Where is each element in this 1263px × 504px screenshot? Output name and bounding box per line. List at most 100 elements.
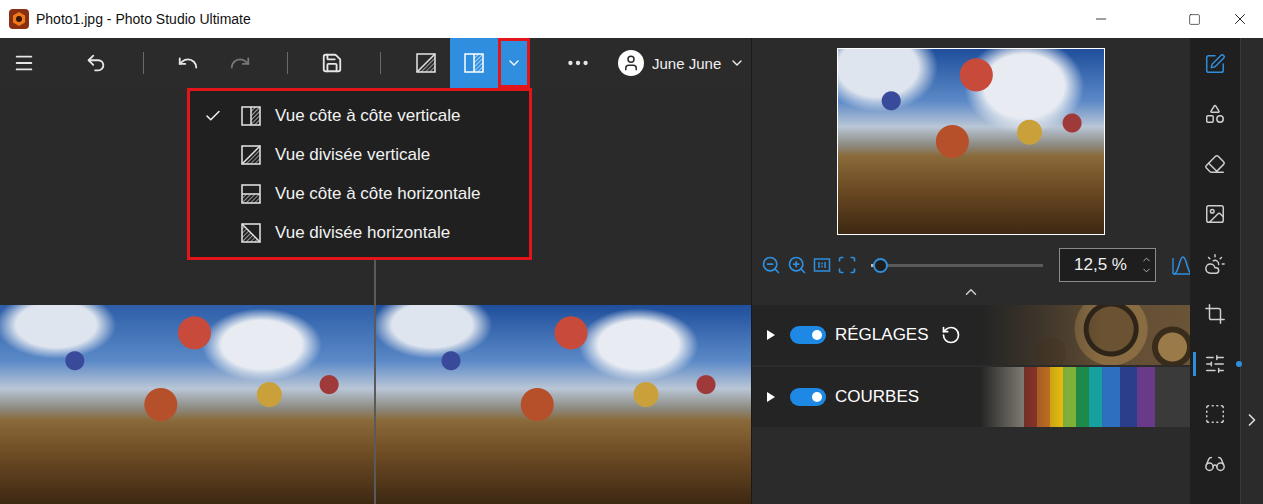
chevron-down-icon <box>729 55 745 71</box>
tool-button[interactable] <box>1190 239 1240 289</box>
back-button[interactable] <box>72 38 120 88</box>
fit-icon <box>837 255 857 275</box>
redo-button[interactable] <box>216 38 264 88</box>
tool-button[interactable] <box>1190 439 1240 489</box>
reset-button[interactable] <box>941 325 961 345</box>
expand-strip[interactable] <box>1240 38 1263 504</box>
tool-button[interactable] <box>1190 139 1240 189</box>
view-menu-item[interactable]: Vue divisée horizontale <box>190 213 529 252</box>
zoom-field[interactable]: 12,5 % <box>1059 248 1156 282</box>
fit-button[interactable] <box>837 255 857 275</box>
more-button[interactable] <box>554 38 602 88</box>
reset-icon <box>941 325 961 345</box>
tool-button[interactable] <box>1190 339 1240 389</box>
app-window: Photo1.jpg - Photo Studio Ultimate June J… <box>0 0 1263 504</box>
view-mode-button[interactable] <box>402 38 450 88</box>
minimize-icon <box>1093 11 1109 27</box>
editor-column: June June Vue côte à côte verticale Vue di… <box>0 38 752 504</box>
view-mode-icon <box>240 222 262 244</box>
chevron-up-icon <box>962 283 980 301</box>
chevron-right-icon <box>1242 410 1262 430</box>
panel-toggle[interactable] <box>790 326 826 344</box>
spin-up-icon[interactable] <box>1141 254 1152 265</box>
tool-button[interactable] <box>1190 189 1240 239</box>
view-menu-item[interactable]: Vue côte à côte verticale <box>190 96 529 135</box>
spin-down-icon[interactable] <box>1141 265 1152 276</box>
side-panel: 12,5 % RÉGLAGES COURBES <box>752 38 1190 504</box>
tool-button[interactable] <box>1190 39 1240 89</box>
close-button[interactable] <box>1217 0 1263 38</box>
tool-sidebar <box>1190 38 1240 504</box>
minimize-button[interactable] <box>1078 0 1124 38</box>
edited-photo <box>376 305 751 504</box>
view-mode-icon <box>240 183 262 205</box>
hamburger-icon <box>13 52 35 74</box>
menu-label: Vue divisée verticale <box>275 145 430 165</box>
adjustment-panel[interactable]: RÉGLAGES <box>752 305 1190 365</box>
save-button[interactable] <box>308 38 356 88</box>
zoom-value: 12,5 % <box>1074 255 1127 275</box>
original-photo <box>0 305 374 504</box>
active-dot <box>1236 361 1242 367</box>
toolbar-separator <box>143 52 144 74</box>
undo-button[interactable] <box>164 38 212 88</box>
panel-label: RÉGLAGES <box>835 325 929 345</box>
user-menu[interactable]: June June <box>618 50 745 76</box>
actual-size-icon <box>813 256 831 274</box>
app-logo-icon <box>9 9 29 29</box>
menu-label: Vue côte à côte verticale <box>275 106 461 126</box>
undo-icon <box>177 52 199 74</box>
zoom-in-button[interactable] <box>787 255 807 275</box>
window-title: Photo1.jpg - Photo Studio Ultimate <box>36 11 251 27</box>
view-mode-icon <box>240 105 262 127</box>
zoom-out-icon <box>761 255 781 275</box>
maximize-icon <box>1188 13 1201 26</box>
chevron-down-icon <box>506 55 522 71</box>
toolbar-separator <box>380 52 381 74</box>
edit-icon <box>1204 53 1226 75</box>
tool-button[interactable] <box>1190 289 1240 339</box>
menu-button[interactable] <box>0 38 48 88</box>
view-menu-item[interactable]: Vue divisée verticale <box>190 135 529 174</box>
menu-label: Vue côte à côte horizontale <box>275 184 480 204</box>
view-mode-icon <box>240 144 262 166</box>
more-icon <box>565 50 591 76</box>
weather-icon <box>1204 253 1226 275</box>
view-mode-button[interactable] <box>450 38 498 88</box>
check-icon <box>204 107 222 125</box>
tool-button[interactable] <box>1190 389 1240 439</box>
view-menu: Vue côte à côte verticale Vue divisée ver… <box>187 88 532 260</box>
text-icon <box>1204 103 1226 125</box>
toolbar-separator <box>287 52 288 74</box>
active-indicator <box>1193 352 1196 376</box>
adjust-icon <box>1204 353 1226 375</box>
maximize-button[interactable] <box>1171 0 1217 38</box>
collapse-button[interactable] <box>752 282 1190 302</box>
zoom-slider[interactable] <box>871 264 1043 267</box>
view-mode-icon <box>463 52 485 74</box>
panel-toggle[interactable] <box>790 388 826 406</box>
zoom-out-button[interactable] <box>761 255 781 275</box>
title-bar: Photo1.jpg - Photo Studio Ultimate <box>0 0 1263 38</box>
user-name: June June <box>652 55 721 72</box>
redo-icon <box>229 52 251 74</box>
tool-button[interactable] <box>1190 89 1240 139</box>
close-icon <box>1231 10 1249 28</box>
panel-label: COURBES <box>835 387 919 407</box>
expand-icon[interactable] <box>766 391 776 403</box>
view-dropdown-button[interactable] <box>498 38 530 88</box>
avatar <box>618 50 644 76</box>
zoom-slider-knob[interactable] <box>873 258 888 273</box>
compare-view: Vue côte à côte verticale Vue divisée ver… <box>0 88 751 504</box>
user-icon <box>622 54 640 72</box>
eraser-icon <box>1204 153 1226 175</box>
save-icon <box>321 52 343 74</box>
expand-icon[interactable] <box>766 329 776 341</box>
adjustment-panel[interactable]: COURBES <box>752 367 1190 427</box>
toolbar: June June <box>0 38 751 88</box>
view-mode-icon <box>415 52 437 74</box>
menu-label: Vue divisée horizontale <box>275 223 450 243</box>
view-menu-item[interactable]: Vue côte à côte horizontale <box>190 174 529 213</box>
actual-size-button[interactable] <box>813 255 831 275</box>
navigator-thumbnail[interactable] <box>837 48 1105 235</box>
